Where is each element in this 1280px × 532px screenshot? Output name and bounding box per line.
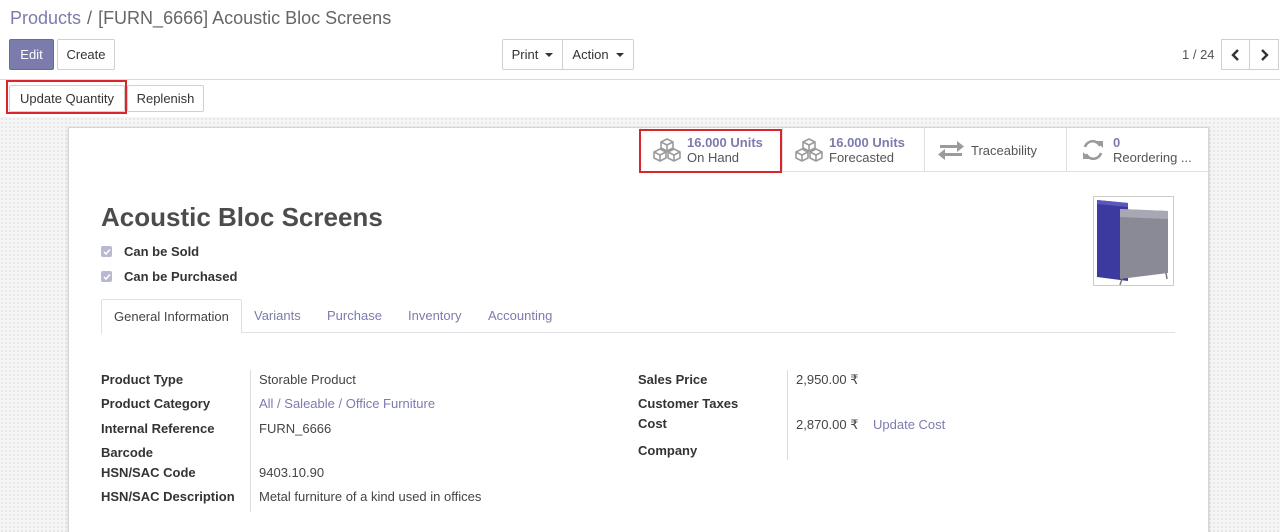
smart-button-box: 16.000 Units On Hand 16.000 Units Foreca… [639, 128, 1209, 173]
exchange-icon [938, 141, 964, 160]
reordering-label: Reordering ... [1113, 150, 1192, 165]
create-button[interactable]: Create [57, 39, 115, 70]
forecasted-label: Forecasted [829, 150, 895, 165]
on-hand-highlight [639, 129, 782, 173]
traceability-smart-button[interactable]: Traceability [924, 128, 1066, 172]
hsn-description-value[interactable]: Metal furniture of a kind used in office… [259, 489, 481, 504]
breadcrumb-separator: / [87, 8, 93, 28]
barcode-label: Barcode [101, 445, 154, 460]
notebook-tabs: General Information Variants Purchase In… [101, 299, 1175, 334]
action-label: Action [572, 47, 609, 62]
product-type-label: Product Type [101, 372, 184, 387]
sales-price-value[interactable]: 2,950.00 ₹ [796, 372, 859, 388]
tab-inventory[interactable]: Inventory [408, 299, 461, 333]
breadcrumb-products-link[interactable]: Products [10, 8, 81, 28]
refresh-icon [1083, 139, 1103, 161]
field-divider [250, 370, 251, 512]
update-quantity-highlight [6, 80, 127, 114]
product-image-graphic [1097, 200, 1168, 286]
can-be-purchased-label: Can be Purchased [124, 269, 238, 284]
update-cost-link[interactable]: Update Cost [873, 417, 945, 432]
internal-reference-value[interactable]: FURN_6666 [259, 421, 331, 436]
customer-taxes-label: Customer Taxes [638, 396, 739, 411]
tab-general-information[interactable]: General Information [101, 299, 242, 334]
check-icon [102, 273, 111, 280]
product-name[interactable]: Acoustic Bloc Screens [101, 202, 383, 233]
tab-accounting[interactable]: Accounting [488, 299, 552, 333]
can-be-sold-checkbox[interactable] [101, 246, 112, 257]
product-image[interactable] [1093, 196, 1174, 286]
breadcrumb: Products / [FURN_6666] Acoustic Bloc Scree… [10, 8, 391, 29]
pager-next-button[interactable] [1249, 39, 1279, 70]
internal-reference-label: Internal Reference [101, 421, 215, 436]
form-sheet: 16.000 Units On Hand 16.000 Units Foreca… [68, 127, 1209, 532]
product-category-label: Product Category [101, 396, 211, 411]
can-be-purchased-checkbox[interactable] [101, 271, 112, 282]
traceability-label: Traceability [971, 142, 1037, 158]
check-icon [102, 248, 111, 255]
chevron-down-icon [545, 52, 554, 57]
form-statusbar: Update Quantity Replenish [0, 80, 1280, 117]
cost-label: Cost [638, 416, 667, 431]
forecasted-smart-button[interactable]: 16.000 Units Forecasted [782, 128, 924, 172]
control-panel: Products / [FURN_6666] Acoustic Bloc Scree… [0, 0, 1280, 80]
on-hand-smart-button[interactable]: 16.000 Units On Hand [639, 128, 782, 173]
product-category-value[interactable]: All / Saleable / Office Furniture [259, 396, 435, 411]
forecasted-value: 16.000 Units [829, 135, 905, 150]
field-divider [787, 370, 788, 460]
hsn-code-value[interactable]: 9403.10.90 [259, 465, 324, 480]
edit-button[interactable]: Edit [9, 39, 54, 70]
reordering-smart-button[interactable]: 0 Reordering ... [1066, 128, 1208, 172]
sales-price-label: Sales Price [638, 372, 708, 387]
pager-value[interactable]: 1 / 24 [1182, 47, 1215, 62]
breadcrumb-current: [FURN_6666] Acoustic Bloc Screens [98, 8, 392, 28]
print-dropdown-button[interactable]: Print [502, 39, 563, 70]
product-type-value[interactable]: Storable Product [259, 372, 356, 387]
company-label: Company [638, 443, 698, 458]
action-dropdown-button[interactable]: Action [562, 39, 634, 70]
chevron-right-icon [1261, 48, 1269, 61]
hsn-code-label: HSN/SAC Code [101, 465, 196, 480]
hsn-description-label: HSN/SAC Description [101, 489, 235, 504]
can-be-purchased-row: Can be Purchased [101, 269, 237, 284]
cost-value[interactable]: 2,870.00 ₹ [796, 417, 859, 433]
chevron-left-icon [1231, 48, 1239, 61]
tab-variants[interactable]: Variants [254, 299, 301, 333]
replenish-button[interactable]: Replenish [127, 85, 204, 112]
can-be-sold-row: Can be Sold [101, 244, 199, 259]
cubes-icon [795, 138, 823, 162]
can-be-sold-label: Can be Sold [124, 244, 200, 259]
pager-previous-button[interactable] [1221, 39, 1251, 70]
print-label: Print [511, 47, 539, 62]
tab-purchase[interactable]: Purchase [327, 299, 382, 333]
chevron-down-icon [615, 52, 624, 57]
reordering-value: 0 [1113, 135, 1121, 150]
